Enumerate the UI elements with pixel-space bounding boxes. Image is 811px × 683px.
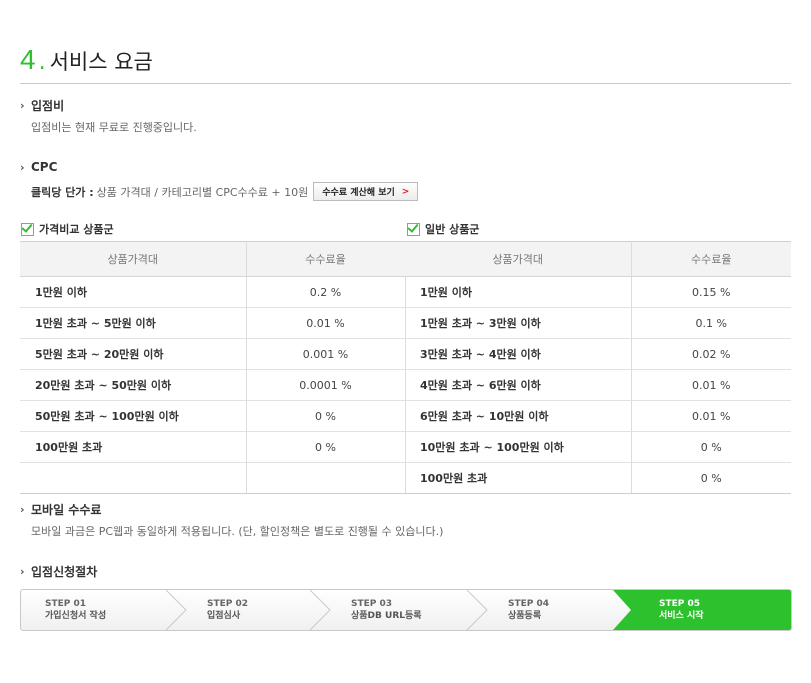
table-row: 100만원 초과 0 %	[405, 462, 791, 494]
general-group-label: 일반 상품군	[407, 221, 479, 237]
table-row: 1만원 이하 0.15 %	[405, 276, 791, 308]
fee-calculator-button[interactable]: 수수료 계산해 보기 >	[313, 182, 419, 201]
price-range-cell: 10만원 초과 ~ 100만원 이하	[405, 431, 632, 463]
arrow-right-icon: >	[401, 186, 410, 197]
procedure-heading: › 입점신청절차	[20, 563, 97, 580]
column-header: 수수료율	[631, 241, 791, 277]
entry-fee-heading-text: 입점비	[31, 99, 65, 113]
application-steps: STEP 01 가입신청서 작성 STEP 02 입점심사 STEP 03 상품…	[20, 589, 792, 631]
fee-rate-cell: 0.01 %	[246, 307, 406, 339]
price-range-cell: 1만원 이하	[405, 276, 632, 308]
step-number: STEP 02	[207, 599, 249, 609]
cpc-heading: › CPC	[20, 160, 57, 174]
general-fee-table: 상품가격대 수수료율 1만원 이하 0.15 % 1만원 초과 ~ 3만원 이하 0…	[405, 241, 791, 494]
fee-rate-cell: 0.02 %	[631, 338, 791, 370]
column-header: 상품가격대	[405, 241, 632, 277]
table-header-row: 상품가격대 수수료율	[20, 241, 406, 277]
price-range-cell: 20만원 초과 ~ 50만원 이하	[20, 369, 247, 401]
fee-rate-cell: 0 %	[246, 400, 406, 432]
step-number: STEP 05	[659, 599, 701, 609]
price-range-cell: 1만원 초과 ~ 5만원 이하	[20, 307, 247, 339]
step-number: STEP 04	[508, 599, 550, 609]
mobile-fee-desc: 모바일 과금은 PC웹과 동일하게 적용됩니다. (단, 할인정책은 별도로 진…	[31, 525, 444, 538]
section-number-dot: .	[38, 50, 46, 75]
mobile-fee-heading-text: 모바일 수수료	[31, 503, 102, 517]
cpc-desc: 상품 가격대 / 카테고리별 CPC수수료 + 10원	[96, 185, 309, 199]
price-range-cell: 50만원 초과 ~ 100만원 이하	[20, 400, 247, 432]
price-compare-group-label: 가격비교 상품군	[21, 221, 114, 237]
price-range-cell: 6만원 초과 ~ 10만원 이하	[405, 400, 632, 432]
fee-rate-cell: 0.001 %	[246, 338, 406, 370]
checkbox-checked-icon	[21, 222, 34, 236]
table-row: 4만원 초과 ~ 6만원 이하 0.01 %	[405, 369, 791, 401]
entry-fee-desc: 입점비는 현재 무료로 진행중입니다.	[31, 121, 197, 134]
general-label: 일반 상품군	[425, 223, 480, 236]
step-label: 상품DB URL등록	[351, 611, 422, 621]
procedure-heading-text: 입점신청절차	[31, 565, 98, 579]
fee-rate-cell: 0.01 %	[631, 400, 791, 432]
step-label: 서비스 시작	[659, 611, 704, 621]
table-row: 1만원 초과 ~ 5만원 이하 0.01 %	[20, 307, 406, 339]
step-number: STEP 03	[351, 599, 393, 609]
fee-rate-cell: 0.1 %	[631, 307, 791, 339]
table-row: 6만원 초과 ~ 10만원 이하 0.01 %	[405, 400, 791, 432]
step-03: STEP 03 상품DB URL등록	[351, 590, 422, 630]
table-row: 1만원 이하 0.2 %	[20, 276, 406, 308]
table-row: 20만원 초과 ~ 50만원 이하 0.0001 %	[20, 369, 406, 401]
chevron-right-icon: ›	[20, 565, 25, 578]
chevron-right-icon: ›	[20, 160, 25, 174]
price-range-cell: 5만원 초과 ~ 20만원 이하	[20, 338, 247, 370]
price-compare-label: 가격비교 상품군	[39, 223, 114, 236]
fee-rate-cell: 0.0001 %	[246, 369, 406, 401]
fee-rate-cell: 0.15 %	[631, 276, 791, 308]
table-row: 10만원 초과 ~ 100만원 이하 0 %	[405, 431, 791, 463]
fee-rate-cell: 0 %	[631, 462, 791, 494]
fee-rate-cell: 0 %	[246, 431, 406, 463]
section-number: 4	[20, 44, 36, 75]
step-04: STEP 04 상품등록	[508, 590, 549, 630]
entry-fee-heading: › 입점비	[20, 97, 64, 114]
column-header: 상품가격대	[20, 241, 247, 277]
chevron-right-icon: ›	[20, 503, 25, 516]
price-range-cell	[20, 462, 247, 494]
step-01: STEP 01 가입신청서 작성	[45, 590, 106, 630]
checkbox-checked-icon	[407, 222, 420, 236]
step-02: STEP 02 입점심사	[207, 590, 248, 630]
fee-calculator-label: 수수료 계산해 보기	[322, 188, 395, 198]
fee-rate-cell	[246, 462, 406, 494]
cpc-heading-text: CPC	[31, 160, 58, 174]
price-range-cell: 100만원 초과	[20, 431, 247, 463]
cpc-info: 클릭당 단가 : 상품 가격대 / 카테고리별 CPC수수료 + 10원 수수료…	[31, 182, 419, 201]
price-range-cell: 1만원 이하	[20, 276, 247, 308]
title-divider	[20, 83, 791, 84]
cpc-label: 클릭당 단가 :	[31, 185, 94, 199]
price-range-cell: 1만원 초과 ~ 3만원 이하	[405, 307, 632, 339]
step-label: 입점심사	[207, 611, 241, 621]
chevron-right-icon: ›	[20, 99, 25, 112]
fee-rate-cell: 0 %	[631, 431, 791, 463]
step-label: 상품등록	[508, 611, 542, 621]
mobile-fee-heading: › 모바일 수수료	[20, 501, 101, 518]
column-header: 수수료율	[246, 241, 406, 277]
table-row: 5만원 초과 ~ 20만원 이하 0.001 %	[20, 338, 406, 370]
step-05: STEP 05 서비스 시작	[659, 590, 704, 630]
table-row: 100만원 초과 0 %	[20, 431, 406, 463]
table-row: 50만원 초과 ~ 100만원 이하 0 %	[20, 400, 406, 432]
fee-rate-cell: 0.2 %	[246, 276, 406, 308]
price-range-cell: 100만원 초과	[405, 462, 632, 494]
table-row	[20, 462, 406, 494]
table-row: 3만원 초과 ~ 4만원 이하 0.02 %	[405, 338, 791, 370]
step-label: 가입신청서 작성	[45, 611, 107, 621]
price-compare-fee-table: 상품가격대 수수료율 1만원 이하 0.2 % 1만원 초과 ~ 5만원 이하 0.…	[20, 241, 406, 494]
table-row: 1만원 초과 ~ 3만원 이하 0.1 %	[405, 307, 791, 339]
price-range-cell: 4만원 초과 ~ 6만원 이하	[405, 369, 632, 401]
page-title: 4 . 서비스 요금	[20, 44, 153, 75]
table-header-row: 상품가격대 수수료율	[405, 241, 791, 277]
price-range-cell: 3만원 초과 ~ 4만원 이하	[405, 338, 632, 370]
fee-rate-cell: 0.01 %	[631, 369, 791, 401]
section-title: 서비스 요금	[49, 50, 153, 74]
step-number: STEP 01	[45, 599, 87, 609]
